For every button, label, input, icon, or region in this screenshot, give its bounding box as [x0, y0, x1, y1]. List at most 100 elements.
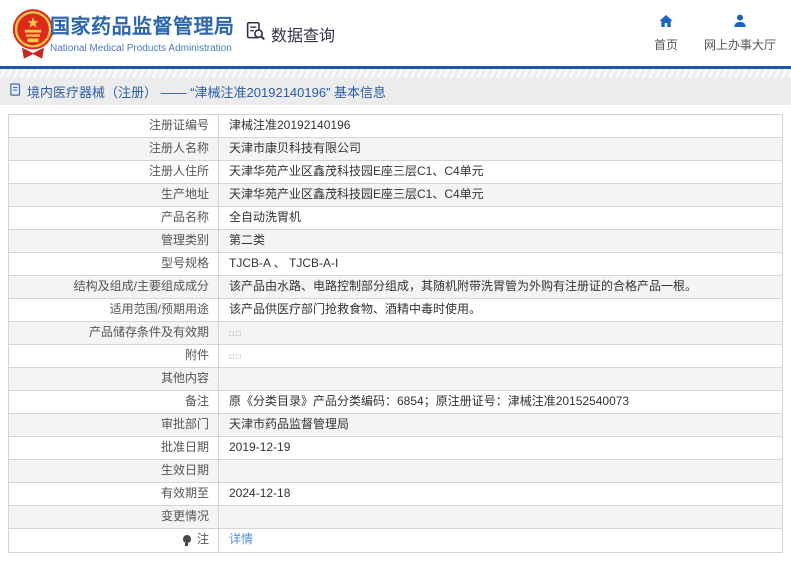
hatch-band	[0, 69, 791, 78]
row-value: 津械注准20192140196	[229, 118, 351, 132]
table-row: 审批部门 天津市药品监督管理局	[9, 414, 782, 437]
row-value-cell: 2024-12-18	[219, 483, 782, 505]
row-label: 注册证编号	[148, 118, 209, 132]
row-label: 管理类别	[160, 233, 209, 247]
row-value: 天津华苑产业区鑫茂科技园E座三层C1、C4单元	[229, 164, 484, 178]
row-value-cell: 详情	[219, 529, 782, 552]
row-label-cell: 审批部门	[9, 414, 219, 436]
row-value-cell	[219, 368, 782, 390]
national-emblem-logo	[11, 6, 55, 65]
row-label-cell: 有效期至	[9, 483, 219, 505]
table-row: 批准日期 2019-12-19	[9, 437, 782, 460]
row-label-cell: 备注	[9, 391, 219, 413]
row-label: 生产地址	[160, 187, 209, 201]
row-value: □□	[229, 352, 243, 361]
row-label-cell: 生效日期	[9, 460, 219, 482]
row-value: TJCB-A 、 TJCB-A-I	[229, 256, 339, 270]
row-label-cell: 注册人名称	[9, 138, 219, 160]
row-value-cell: 津械注准20192140196	[219, 115, 782, 137]
row-value-cell: □□	[219, 322, 782, 344]
data-query-link[interactable]: 数据查询	[245, 21, 335, 47]
row-label-cell: 注册证编号	[9, 115, 219, 137]
row-label: 其他内容	[160, 371, 209, 385]
row-label: 注	[196, 532, 209, 546]
table-row: 备注 原《分类目录》产品分类编码：6854；原注册证号：津械注准20152540…	[9, 391, 782, 414]
row-label-cell: 变更情况	[9, 506, 219, 528]
row-label-cell: 管理类别	[9, 230, 219, 252]
row-value-cell: 该产品由水路、电路控制部分组成，其随机附带洗胃管为外购有注册证的合格产品一根。	[219, 276, 782, 298]
row-value-cell: 第二类	[219, 230, 782, 252]
table-row: 结构及组成/主要组成成分 该产品由水路、电路控制部分组成，其随机附带洗胃管为外购…	[9, 276, 782, 299]
row-value-cell: 天津华苑产业区鑫茂科技园E座三层C1、C4单元	[219, 161, 782, 183]
row-value: 第二类	[229, 233, 266, 247]
row-label-cell: 型号规格	[9, 253, 219, 275]
table-row: 生效日期	[9, 460, 782, 483]
row-label-cell: 适用范围/预期用途	[9, 299, 219, 321]
row-label: 产品储存条件及有效期	[88, 325, 209, 339]
user-icon	[732, 13, 748, 32]
header-nav: 首页 网上办事大厅	[654, 13, 776, 53]
nav-home[interactable]: 首页	[654, 13, 678, 53]
row-label: 型号规格	[160, 256, 209, 270]
row-label: 结构及组成/主要组成成分	[73, 279, 209, 293]
row-value: □□	[229, 329, 243, 338]
row-label-cell: 生产地址	[9, 184, 219, 206]
table-row: 适用范围/预期用途 该产品供医疗部门抢救食物、酒精中毒时使用。	[9, 299, 782, 322]
row-value: 天津市药品监督管理局	[229, 417, 350, 431]
row-label-cell: 注册人住所	[9, 161, 219, 183]
row-label: 备注	[184, 394, 209, 408]
row-label: 注册人名称	[148, 141, 209, 155]
nav-home-label: 首页	[653, 38, 678, 52]
table-row: 产品储存条件及有效期 □□	[9, 322, 782, 345]
row-label: 注册人住所	[148, 164, 209, 178]
home-icon	[658, 13, 674, 32]
nav-service-hall[interactable]: 网上办事大厅	[704, 13, 776, 53]
row-value-cell	[219, 506, 782, 528]
row-label-cell: 附件	[9, 345, 219, 367]
row-value-cell: 天津市药品监督管理局	[219, 414, 782, 436]
table-row: 附件 □□	[9, 345, 782, 368]
row-label: 有效期至	[160, 486, 209, 500]
info-table: 注册证编号 津械注准20192140196 注册人名称 天津市康贝科技有限公司 …	[8, 114, 783, 553]
row-label-cell: 批准日期	[9, 437, 219, 459]
table-row: 注册人住所 天津华苑产业区鑫茂科技园E座三层C1、C4单元	[9, 161, 782, 184]
table-row: 变更情况	[9, 506, 782, 529]
row-value-cell: 全自动洗胃机	[219, 207, 782, 229]
agency-name: 国家药品监督管理局	[50, 16, 235, 38]
breadcrumb-text: 境内医疗器械（注册） —— “津械注准20192140196” 基本信息	[27, 85, 387, 100]
nav-service-hall-label: 网上办事大厅	[703, 38, 776, 52]
table-row: 型号规格 TJCB-A 、 TJCB-A-I	[9, 253, 782, 276]
row-value-cell: 天津市康贝科技有限公司	[219, 138, 782, 160]
row-label: 批准日期	[160, 440, 209, 454]
row-value: 原《分类目录》产品分类编码：6854；原注册证号：津械注准20152540073	[229, 394, 630, 408]
table-row: 产品名称 全自动洗胃机	[9, 207, 782, 230]
breadcrumb: 境内医疗器械（注册） —— “津械注准20192140196” 基本信息	[0, 78, 791, 105]
document-search-icon	[245, 21, 266, 47]
row-label: 变更情况	[160, 509, 209, 523]
row-value: 该产品由水路、电路控制部分组成，其随机附带洗胃管为外购有注册证的合格产品一根。	[229, 279, 698, 293]
page-icon	[10, 83, 22, 100]
row-value-cell: 2019-12-19	[219, 437, 782, 459]
agency-name-english: National Medical Products Administration	[50, 43, 232, 54]
details-link[interactable]: 详情	[229, 532, 253, 546]
data-query-label: 数据查询	[271, 28, 336, 45]
row-label: 审批部门	[160, 417, 209, 431]
row-label: 生效日期	[160, 463, 209, 477]
table-row: 有效期至 2024-12-18	[9, 483, 782, 506]
row-label-cell: 产品名称	[9, 207, 219, 229]
row-label: 产品名称	[160, 210, 209, 224]
row-label-cell: 其他内容	[9, 368, 219, 390]
table-row: 管理类别 第二类	[9, 230, 782, 253]
table-row: 其他内容	[9, 368, 782, 391]
row-value-cell: 天津华苑产业区鑫茂科技园E座三层C1、C4单元	[219, 184, 782, 206]
table-row: 注 详情	[9, 529, 782, 552]
site-header: 国家药品监督管理局 National Medical Products Admi…	[0, 0, 791, 66]
row-value-cell	[219, 460, 782, 482]
lightbulb-icon	[182, 535, 191, 546]
row-value: 2024-12-18	[229, 486, 291, 500]
row-label-cell: 产品储存条件及有效期	[9, 322, 219, 344]
row-value: 天津市康贝科技有限公司	[229, 141, 362, 155]
row-value: 该产品供医疗部门抢救食物、酒精中毒时使用。	[229, 302, 482, 316]
table-row: 生产地址 天津华苑产业区鑫茂科技园E座三层C1、C4单元	[9, 184, 782, 207]
table-row: 注册证编号 津械注准20192140196	[9, 115, 782, 138]
